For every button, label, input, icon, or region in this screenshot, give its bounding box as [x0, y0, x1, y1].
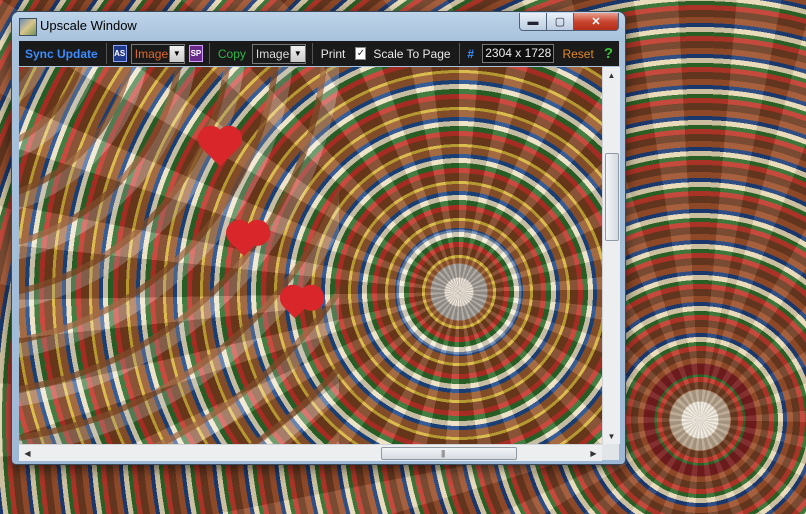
reset-button[interactable]: Reset	[558, 47, 597, 61]
sync-update-button[interactable]: Sync Update	[19, 47, 102, 61]
toolbar-divider	[209, 43, 210, 64]
title-bar[interactable]: Upscale Window ▬ ▢ ✕	[12, 12, 625, 40]
app-icon	[19, 18, 37, 36]
scroll-left-icon[interactable]: ◀	[19, 445, 36, 461]
scale-to-page-label[interactable]: Scale To Page	[369, 47, 454, 61]
hash-icon: #	[467, 46, 475, 61]
source-dropdown-value: Image	[134, 46, 169, 61]
copy-dropdown[interactable]: Image ▼	[251, 43, 306, 64]
chevron-down-icon[interactable]: ▼	[168, 45, 184, 62]
maximize-button[interactable]: ▢	[547, 13, 574, 31]
toolbar-divider	[105, 43, 107, 64]
auto-source-icon[interactable]: AS	[112, 45, 127, 62]
scroll-right-icon[interactable]: ▶	[585, 445, 602, 461]
chevron-down-icon[interactable]: ▼	[289, 45, 305, 62]
scale-to-page-checkbox[interactable]: ✓	[355, 47, 367, 60]
toolbar: Sync Update AS Image ▼ SP Copy Image ▼ P…	[19, 41, 619, 66]
scroll-down-icon[interactable]: ▼	[603, 428, 620, 444]
minimize-button[interactable]: ▬	[519, 13, 547, 31]
toolbar-divider	[458, 43, 460, 64]
grip-icon: |||	[441, 449, 445, 458]
toolbar-divider	[311, 43, 313, 64]
close-button[interactable]: ✕	[574, 13, 619, 31]
window-title: Upscale Window	[40, 18, 137, 33]
dimensions-field[interactable]: 2304 x 1728	[482, 44, 555, 63]
horizontal-scroll-thumb[interactable]: |||	[381, 447, 517, 460]
horizontal-scrollbar[interactable]: ◀ ||| ▶	[19, 444, 602, 461]
copy-button[interactable]: Copy	[214, 47, 250, 61]
minimize-icon: ▬	[527, 15, 539, 28]
special-paste-icon[interactable]: SP	[188, 45, 204, 62]
help-icon[interactable]: ?	[598, 45, 619, 62]
image-viewport[interactable]	[19, 67, 602, 444]
print-button[interactable]: Print	[317, 47, 350, 61]
source-dropdown[interactable]: Image ▼	[130, 43, 185, 64]
vertical-scrollbar[interactable]: ▲ ▼	[602, 67, 620, 444]
scroll-up-icon[interactable]: ▲	[603, 67, 620, 83]
vertical-scroll-thumb[interactable]	[605, 153, 619, 241]
copy-dropdown-value: Image	[255, 46, 290, 61]
scrollbar-corner	[602, 444, 619, 460]
maximize-icon: ▢	[554, 16, 566, 28]
image-spiral	[19, 67, 602, 444]
upscale-window: Upscale Window ▬ ▢ ✕ Sync Update AS Imag…	[12, 12, 625, 464]
window-controls: ▬ ▢ ✕	[519, 13, 619, 31]
close-icon: ✕	[591, 16, 601, 28]
